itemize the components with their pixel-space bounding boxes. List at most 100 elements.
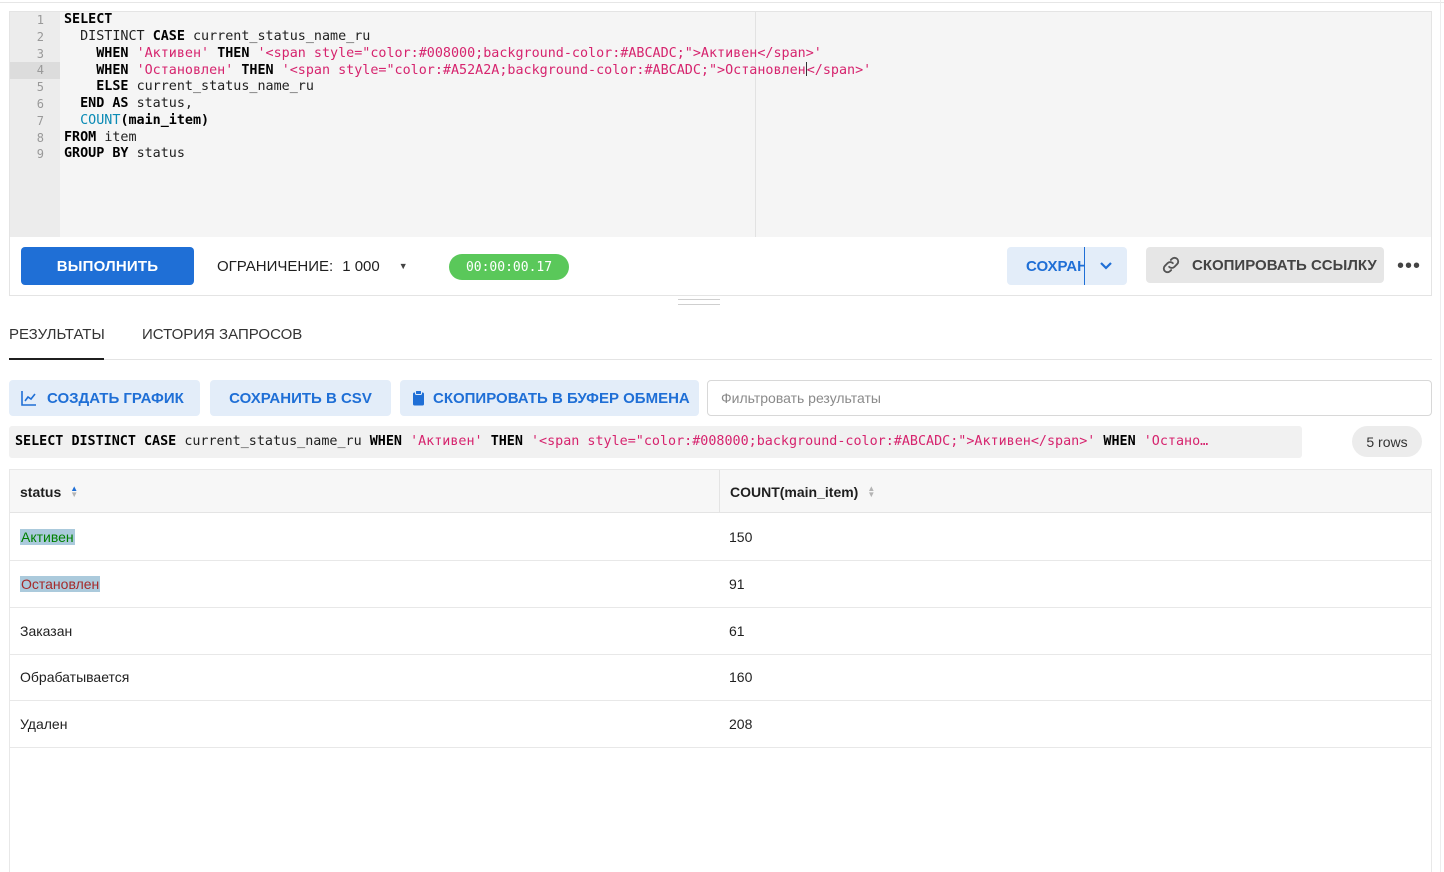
- row-count-badge: 5 rows: [1352, 426, 1422, 457]
- sql-string: 'Активен': [410, 434, 483, 449]
- sql-keyword: THEN: [490, 434, 523, 449]
- line-number: 9: [36, 147, 44, 162]
- results-table: status ▲ ▼ COUNT(main_item) ▲ ▼ Активен 15…: [9, 469, 1432, 872]
- copy-link-button[interactable]: СКОПИРОВАТЬ ССЫЛКУ: [1146, 247, 1384, 283]
- sql-string: 'Остановлен': [136, 63, 234, 79]
- sql-keyword: WHEN: [96, 63, 129, 79]
- more-options-icon[interactable]: •••: [1397, 251, 1421, 281]
- code-line: ELSE current_status_name_ru: [64, 79, 1431, 96]
- sql-keyword: THEN: [241, 63, 274, 79]
- sql-keyword: WHEN: [369, 434, 402, 449]
- cell-count: 160: [729, 669, 753, 685]
- sql-identifier: current_status_name_ru: [136, 79, 314, 95]
- sql-string: </span>': [806, 63, 872, 79]
- save-dropdown-button[interactable]: [1085, 247, 1127, 285]
- copy-link-label: СКОПИРОВАТЬ ССЫЛКУ: [1192, 256, 1377, 274]
- sql-keyword: GROUP BY: [64, 146, 129, 162]
- code-line: DISTINCT CASE current_status_name_ru: [64, 29, 1431, 46]
- status-highlight: Активен: [20, 529, 75, 545]
- line-number: 5: [36, 80, 44, 95]
- sql-function: COUNT: [80, 112, 121, 128]
- sql-identifier: status,: [136, 95, 193, 111]
- column-divider[interactable]: [719, 470, 720, 513]
- sql-keyword: CASE: [152, 28, 185, 44]
- table-row: Удален 208: [10, 701, 1431, 748]
- column-header-label: status: [20, 483, 62, 500]
- sql-identifier: item: [104, 129, 137, 145]
- sql-keyword: END: [80, 95, 105, 111]
- sql-identifier: current_status_name_ru: [184, 434, 362, 449]
- clipboard-icon: [413, 390, 424, 406]
- query-toolbar: ВЫПОЛНИТЬ ОГРАНИЧЕНИЕ: 1 000 ▼ 00:00:00.…: [9, 237, 1432, 296]
- limit-select[interactable]: ОГРАНИЧЕНИЕ: 1 000 ▼: [217, 247, 408, 285]
- sql-keyword: WHEN: [96, 45, 129, 61]
- code-line: SELECT: [64, 12, 1431, 29]
- column-header-count[interactable]: COUNT(main_item) ▲ ▼: [730, 470, 875, 513]
- sort-icon[interactable]: ▲ ▼: [70, 484, 78, 498]
- code-line: END AS status,: [64, 96, 1431, 113]
- cell-status: Обрабатывается: [20, 669, 130, 685]
- table-row: Остановлен 91: [10, 561, 1431, 608]
- column-header-status[interactable]: status ▲ ▼: [20, 470, 78, 513]
- status-highlight: Остановлен: [20, 576, 101, 592]
- tab-results[interactable]: РЕЗУЛЬТАТЫ: [9, 326, 105, 360]
- link-icon: [1162, 256, 1180, 274]
- line-number: 8: [36, 130, 44, 145]
- page-scrollbar-track[interactable]: [1440, 0, 1441, 872]
- code-line: WHEN 'Остановлен' THEN '<span style="col…: [64, 62, 1431, 79]
- table-header: status ▲ ▼ COUNT(main_item) ▲ ▼: [10, 470, 1431, 513]
- table-row: Заказан 61: [10, 608, 1431, 655]
- column-header-label: COUNT(main_item): [730, 483, 859, 500]
- editor-gutter: 1 2 3 4 5 6 7 8 9: [10, 12, 60, 237]
- save-split-button: СОХРАНИТЬ: [1007, 247, 1127, 285]
- line-number-active: 4: [10, 62, 60, 80]
- sql-identifier: (main_item): [120, 112, 210, 128]
- line-number: 7: [36, 113, 44, 128]
- cell-status: Заказан: [20, 623, 73, 639]
- table-row: Активен 150: [10, 514, 1431, 561]
- result-tabs: РЕЗУЛЬТАТЫ ИСТОРИЯ ЗАПРОСОВ: [9, 316, 1432, 360]
- cell-status: Удален: [20, 716, 68, 732]
- limit-label: ОГРАНИЧЕНИЕ:: [217, 257, 334, 275]
- timer-badge: 00:00:00.17: [449, 254, 569, 280]
- save-csv-button[interactable]: СОХРАНИТЬ В CSV: [210, 380, 391, 416]
- executed-query: SELECT DISTINCT CASE current_status_name…: [9, 426, 1302, 458]
- copy-clipboard-button[interactable]: СКОПИРОВАТЬ В БУФЕР ОБМЕНА: [400, 380, 699, 416]
- table-row: Обрабатывается 160: [10, 654, 1431, 701]
- run-button[interactable]: ВЫПОЛНИТЬ: [21, 247, 194, 285]
- cell-status: Остановлен: [20, 561, 101, 607]
- cell-count: 150: [729, 529, 753, 545]
- sql-string: '<span style="color:#008000;background-c…: [531, 434, 1096, 449]
- sql-keyword: DISTINCT: [80, 28, 145, 44]
- sql-keyword: THEN: [217, 45, 250, 61]
- sql-string: 'Активен': [136, 45, 210, 61]
- limit-value: 1 000: [342, 257, 380, 275]
- line-number: 3: [36, 46, 44, 61]
- filter-results-input[interactable]: [707, 380, 1432, 416]
- sql-identifier: status: [136, 146, 185, 162]
- sort-icon[interactable]: ▲ ▼: [867, 484, 875, 498]
- sql-editor[interactable]: 1 2 3 4 5 6 7 8 9 SELECT DISTINCT CASE c…: [9, 11, 1432, 237]
- chevron-down-icon: [1100, 262, 1112, 270]
- sql-keyword: FROM: [64, 129, 97, 145]
- code-line: FROM item: [64, 130, 1431, 147]
- cell-count: 208: [729, 716, 753, 732]
- cell-count: 61: [729, 623, 745, 639]
- sql-keyword: WHEN: [1103, 434, 1136, 449]
- sql-keyword: CASE: [144, 434, 177, 449]
- code-line: COUNT(main_item): [64, 113, 1431, 130]
- tab-query-history[interactable]: ИСТОРИЯ ЗАПРОСОВ: [142, 326, 302, 360]
- line-number: 6: [36, 96, 44, 111]
- save-button[interactable]: СОХРАНИТЬ: [1007, 247, 1085, 285]
- sql-string: '<span style="color:#008000;background-c…: [257, 45, 822, 61]
- top-divider: [0, 0, 1444, 3]
- sql-identifier: current_status_name_ru: [193, 28, 371, 44]
- sql-keyword: AS: [112, 95, 129, 111]
- code-line: GROUP BY status: [64, 146, 1431, 163]
- create-chart-button[interactable]: СОЗДАТЬ ГРАФИК: [9, 380, 200, 416]
- code-area[interactable]: SELECT DISTINCT CASE current_status_name…: [64, 12, 1431, 163]
- line-number: 2: [36, 29, 44, 44]
- caret-down-icon: ▼: [398, 261, 408, 271]
- create-chart-label: СОЗДАТЬ ГРАФИК: [47, 389, 184, 407]
- pane-resize-handle[interactable]: [678, 299, 720, 305]
